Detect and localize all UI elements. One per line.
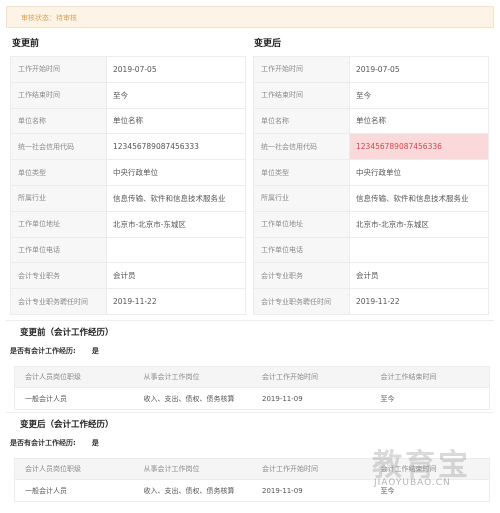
field-label: 所属行业	[11, 185, 107, 211]
after-row: 工作结束时间 至今	[254, 82, 488, 109]
after-row: 工作开始时间 2019-07-05	[254, 57, 488, 83]
field-label: 工作结束时间	[11, 82, 107, 108]
table-cell: 收入、支出、债权、债务核算	[143, 394, 235, 403]
field-label: 工作开始时间	[254, 57, 350, 82]
table-cell: 2019-11-09	[262, 394, 303, 403]
field-value: 2019-07-05	[113, 64, 157, 74]
field-value: 2019-11-22	[356, 297, 400, 307]
field-value: 单位名称	[113, 116, 143, 126]
field-label: 会计专业职务	[254, 263, 350, 289]
column-header: 会计人员岗位职级	[25, 465, 81, 473]
has-exp-answer: 是	[91, 439, 99, 447]
field-label: 工作单位地址	[11, 211, 107, 237]
field-value	[107, 238, 245, 263]
has-exp-label: 是否有会计工作经历:	[10, 347, 76, 355]
field-value: 信息传输、软件和信息技术服务业	[113, 193, 226, 203]
exp-after-title: 变更后（会计工作经历）	[20, 420, 114, 430]
table-cell: 收入、支出、债权、债务核算	[143, 486, 235, 495]
after-row: 单位类型 中央行政单位	[254, 160, 488, 186]
field-label: 统一社会信用代码	[11, 134, 107, 160]
site-watermark: 教育宝 JIAOYUBAO.CN	[364, 440, 494, 500]
field-label: 所属行业	[254, 185, 350, 211]
changed-field-value: 123456789087456336	[350, 134, 488, 160]
exp-after-section-header: 变更后（会计工作经历）	[6, 412, 494, 432]
field-label: 工作单位电话	[11, 237, 107, 263]
field-value	[350, 238, 488, 263]
field-value: 北京市-北京市-东城区	[356, 219, 429, 229]
exp-before-question: 是否有会计工作经历: 是	[10, 346, 99, 356]
exp-before-table: 会计人员岗位职级 从事会计工作岗位 会计工作开始时间 会计工作结束时间 一般会计…	[14, 366, 490, 410]
field-value: 123456789087456333	[113, 142, 199, 152]
table-cell: 一般会计人员	[25, 394, 67, 403]
before-row: 所属行业 信息传输、软件和信息技术服务业	[11, 185, 245, 212]
after-info-grid: 工作开始时间 2019-07-05 工作结束时间 至今 单位名称 单位名称 统一社会信…	[253, 56, 489, 315]
field-label: 单位名称	[11, 108, 107, 134]
after-row: 工作单位电话	[254, 237, 488, 264]
before-row: 工作单位电话	[11, 237, 245, 264]
after-row: 会计专业职务 会计员	[254, 263, 488, 290]
field-value: 至今	[113, 90, 128, 100]
before-title: 变更前	[12, 39, 40, 49]
after-row: 单位名称 单位名称	[254, 108, 488, 135]
audit-status-text: 审核状态：待审核	[21, 14, 77, 22]
table-cell: 一般会计人员	[25, 486, 67, 495]
field-value: 单位名称	[356, 116, 386, 126]
column-header: 会计工作开始时间	[262, 373, 318, 381]
column-header: 从事会计工作岗位	[143, 465, 200, 473]
table-header-row: 会计人员岗位职级 从事会计工作岗位 会计工作开始时间 会计工作结束时间	[15, 367, 489, 388]
before-row: 会计专业职务 会计员	[11, 263, 245, 290]
table-cell: 至今	[380, 394, 395, 403]
field-label: 工作单位电话	[254, 237, 350, 263]
field-value: 中央行政单位	[356, 168, 401, 178]
field-value: 中央行政单位	[113, 168, 158, 178]
after-row: 所属行业 信息传输、软件和信息技术服务业	[254, 185, 488, 212]
field-value: 北京市-北京市-东城区	[113, 219, 186, 229]
before-row: 工作结束时间 至今	[11, 82, 245, 109]
watermark-en: JIAOYUBAO.CN	[374, 478, 451, 488]
before-row: 单位类型 中央行政单位	[11, 160, 245, 186]
field-label: 会计专业职务聘任时间	[11, 289, 107, 314]
before-row: 工作开始时间 2019-07-05	[11, 57, 245, 83]
column-header: 会计工作结束时间	[380, 373, 437, 381]
table-cell: 2019-11-09	[262, 486, 303, 495]
after-row: 会计专业职务聘任时间 2019-11-22	[254, 289, 488, 315]
field-label: 统一社会信用代码	[254, 134, 350, 160]
has-exp-label: 是否有会计工作经历:	[10, 439, 76, 447]
field-label: 会计专业职务	[11, 263, 107, 289]
field-value: 信息传输、软件和信息技术服务业	[356, 193, 469, 203]
exp-before-section-header: 变更前（会计工作经历）	[6, 320, 494, 340]
field-label: 工作开始时间	[11, 57, 107, 82]
field-label: 工作单位地址	[254, 211, 350, 237]
audit-status-banner: 审核状态：待审核	[6, 6, 494, 28]
field-value: 会计员	[113, 271, 136, 281]
before-row: 会计专业职务聘任时间 2019-11-22	[11, 289, 245, 315]
before-info-grid: 工作开始时间 2019-07-05 工作结束时间 至今 单位名称 单位名称 统一社会信…	[10, 56, 246, 315]
field-label: 单位名称	[254, 108, 350, 134]
field-label: 单位类型	[254, 160, 350, 185]
exp-before-title: 变更前（会计工作经历）	[20, 328, 114, 338]
field-label: 单位类型	[11, 160, 107, 185]
column-header: 从事会计工作岗位	[143, 373, 200, 381]
field-value: 会计员	[356, 271, 379, 281]
field-value: 2019-11-22	[113, 297, 157, 307]
after-row: 工作单位地址 北京市-北京市-东城区	[254, 211, 488, 238]
before-row: 单位名称 单位名称	[11, 108, 245, 135]
field-label: 会计专业职务聘任时间	[254, 289, 350, 314]
field-value: 2019-07-05	[356, 64, 400, 74]
exp-after-question: 是否有会计工作经历: 是	[10, 438, 99, 448]
field-value: 至今	[356, 90, 371, 100]
before-row: 工作单位地址 北京市-北京市-东城区	[11, 211, 245, 238]
before-row: 统一社会信用代码 123456789087456333	[11, 134, 245, 161]
table-row: 一般会计人员 收入、支出、债权、债务核算 2019-11-09 至今	[15, 388, 489, 409]
column-header: 会计人员岗位职级	[25, 373, 81, 381]
field-label: 工作结束时间	[254, 82, 350, 108]
after-title: 变更后	[254, 39, 282, 49]
has-exp-answer: 是	[91, 347, 99, 355]
after-row: 统一社会信用代码 123456789087456336	[254, 134, 488, 161]
column-header: 会计工作开始时间	[262, 465, 318, 473]
